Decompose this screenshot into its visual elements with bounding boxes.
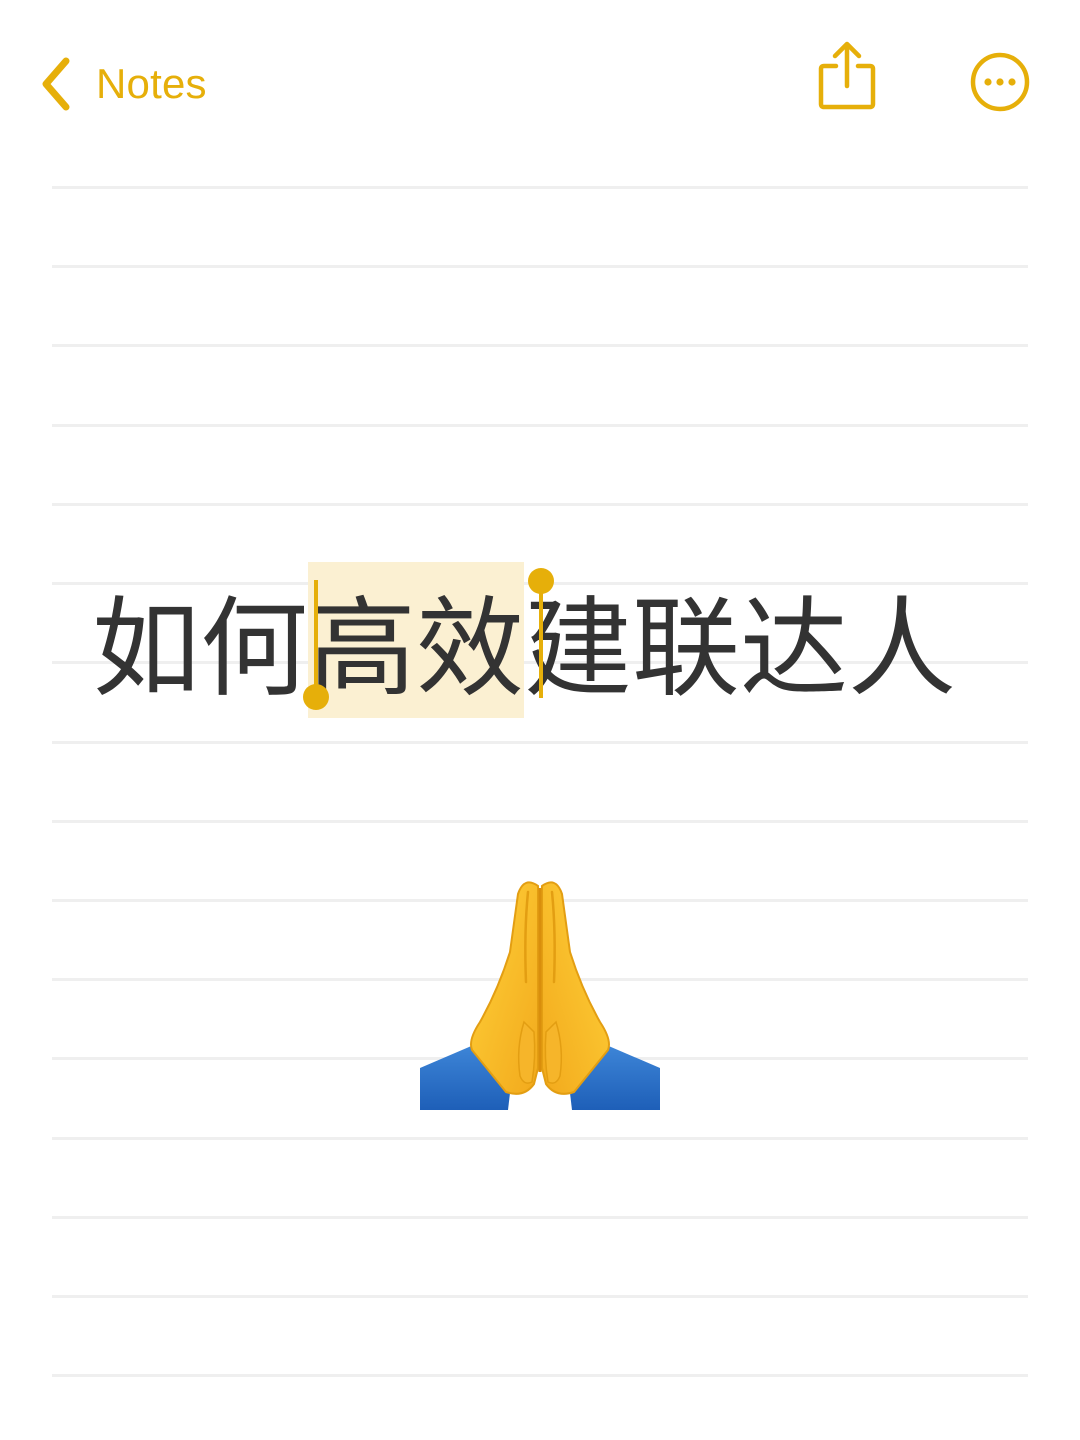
- selection-end-handle[interactable]: [539, 590, 543, 698]
- selection-end-knob[interactable]: [528, 568, 554, 594]
- rule-line: [52, 741, 1028, 744]
- rule-line: [52, 820, 1028, 823]
- more-button[interactable]: [968, 50, 1032, 114]
- title-text-after: 建联达人: [524, 587, 957, 712]
- title-text-before: 如何: [92, 587, 309, 712]
- rule-line: [52, 186, 1028, 189]
- share-button[interactable]: [814, 40, 880, 112]
- ruled-lines: [0, 0, 1080, 1440]
- rule-line: [52, 424, 1028, 427]
- rule-line: [52, 344, 1028, 347]
- selected-text[interactable]: 高效: [308, 562, 525, 718]
- rule-line: [52, 1295, 1028, 1298]
- folded-hands-icon: [420, 872, 660, 1112]
- note-title[interactable]: 如何 高效 建联达人: [92, 562, 956, 718]
- back-label: Notes: [96, 60, 207, 107]
- chevron-left-icon: [42, 57, 70, 111]
- rule-line: [52, 1374, 1028, 1377]
- rule-line: [52, 1216, 1028, 1219]
- share-icon: [818, 41, 876, 110]
- rule-line: [52, 265, 1028, 268]
- selection-start-knob[interactable]: [303, 684, 329, 710]
- rule-line: [52, 1137, 1028, 1140]
- back-button[interactable]: Notes: [38, 52, 207, 116]
- selection-start-handle[interactable]: [314, 580, 318, 692]
- rule-line: [52, 503, 1028, 506]
- nav-bar: Notes: [0, 0, 1080, 160]
- ellipsis-circle-icon: [970, 52, 1030, 112]
